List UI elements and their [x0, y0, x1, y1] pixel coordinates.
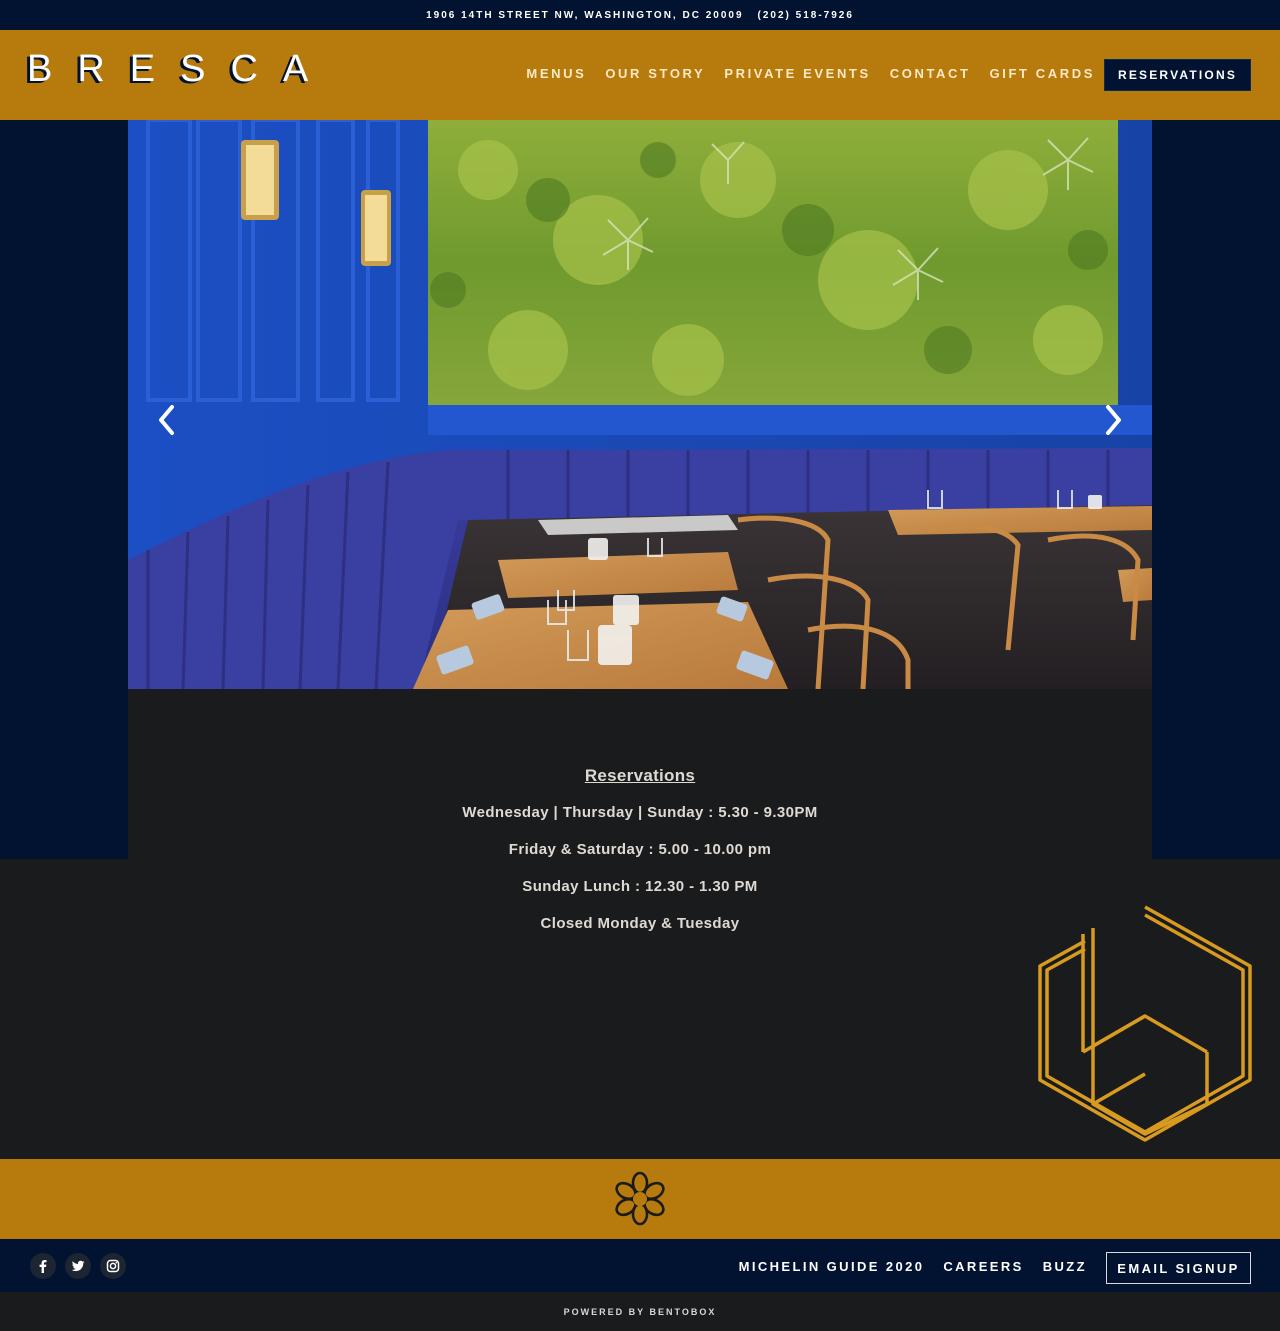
michelin-star-icon: [615, 1171, 665, 1226]
nav-our-story[interactable]: OUR STORY: [605, 66, 705, 81]
address-text[interactable]: 1906 14TH STREET NW, WASHINGTON, DC 2000…: [426, 10, 743, 21]
main-nav: MENUS OUR STORY PRIVATE EVENTS CONTACT G…: [526, 66, 1095, 81]
nav-gift-cards[interactable]: GIFT CARDS: [990, 66, 1095, 81]
reservations-link[interactable]: Reservations: [0, 766, 1280, 786]
hours-line-1: Wednesday | Thursday | Sunday : 5.30 - 9…: [462, 804, 818, 821]
site-footer: MICHELIN GUIDE 2020 CAREERS BUZZ EMAIL S…: [0, 1239, 1280, 1292]
email-signup-button[interactable]: EMAIL SIGNUP: [1106, 1252, 1251, 1284]
top-info-bar: 1906 14TH STREET NW, WASHINGTON, DC 2000…: [0, 0, 1280, 30]
site-header: BRESCA MENUS OUR STORY PRIVATE EVENTS CO…: [0, 30, 1280, 120]
nav-menus[interactable]: MENUS: [526, 66, 586, 81]
facebook-icon[interactable]: [30, 1253, 56, 1279]
phone-text[interactable]: (202) 518-7926: [758, 10, 854, 21]
hours-line-2: Friday & Saturday : 5.00 - 10.00 pm: [508, 841, 772, 858]
footer-links: MICHELIN GUIDE 2020 CAREERS BUZZ: [739, 1259, 1087, 1274]
slider-prev-button[interactable]: [152, 400, 182, 440]
footer-link-careers[interactable]: CAREERS: [943, 1259, 1023, 1274]
chevron-left-icon: [159, 405, 174, 435]
powered-by-bar: POWERED BY BENTOBOX: [0, 1292, 1280, 1331]
nav-contact[interactable]: CONTACT: [890, 66, 971, 81]
social-links: [30, 1253, 126, 1279]
twitter-icon[interactable]: [65, 1253, 91, 1279]
hexagon-b-logo-icon: [1038, 905, 1252, 1142]
footer-link-buzz[interactable]: BUZZ: [1043, 1259, 1087, 1274]
chevron-right-icon: [1106, 405, 1121, 435]
nav-private-events[interactable]: PRIVATE EVENTS: [724, 66, 870, 81]
powered-by-link[interactable]: POWERED BY BENTOBOX: [564, 1307, 717, 1317]
hero-image: [128, 120, 1152, 689]
site-logo[interactable]: BRESCA: [27, 48, 333, 91]
footer-link-michelin[interactable]: MICHELIN GUIDE 2020: [739, 1259, 925, 1274]
reservations-button[interactable]: RESERVATIONS: [1104, 59, 1251, 91]
instagram-icon[interactable]: [100, 1253, 126, 1279]
slider-next-button[interactable]: [1098, 400, 1128, 440]
